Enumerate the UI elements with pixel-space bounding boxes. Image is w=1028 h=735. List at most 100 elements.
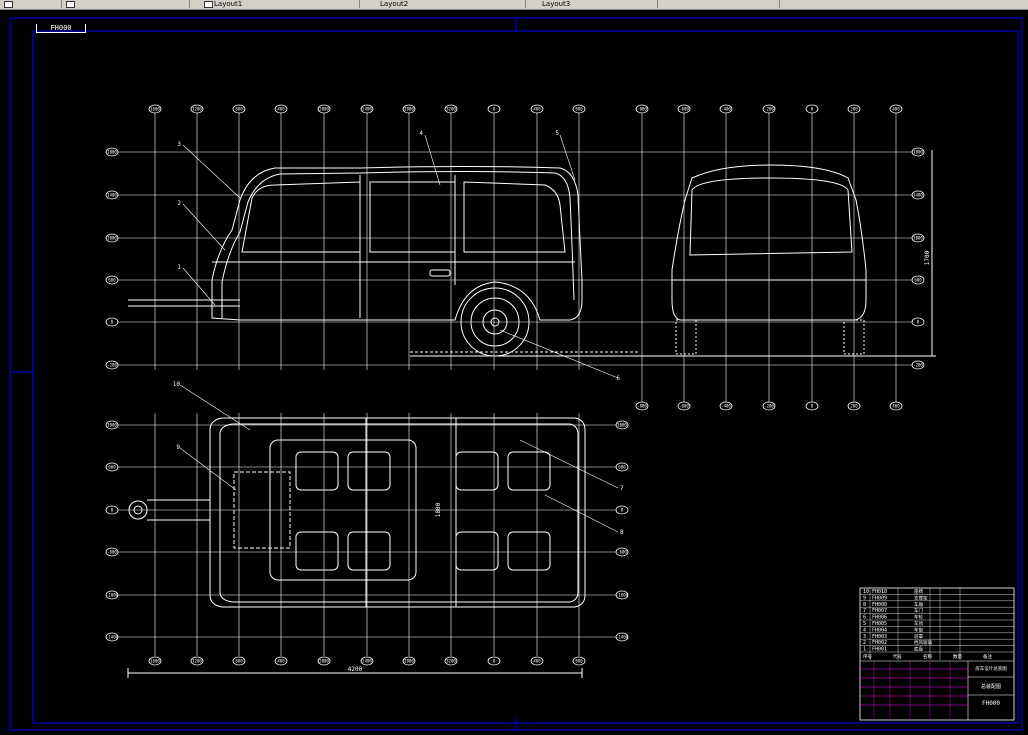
part-code: FH002: [872, 640, 887, 646]
part-number: 8: [863, 602, 866, 608]
bubble-bottom-6: 2800: [402, 656, 416, 666]
seat-front-right: [347, 451, 391, 491]
bubble-left-5: -200: [105, 360, 119, 370]
parts-row: 3 FH003 前罩: [863, 633, 923, 640]
part-number: 1: [863, 647, 866, 653]
leader-5: [559, 134, 576, 181]
bubble-right-0: 1800: [911, 147, 925, 157]
bubble-left-2: 1000: [105, 233, 119, 243]
tab-0[interactable]: [0, 0, 62, 8]
bubble-label: -1000: [106, 593, 119, 598]
bubble-top-7: 3200: [444, 104, 458, 114]
seat-front-left: [295, 451, 339, 491]
bubble-rear-bottom-2: -400: [719, 401, 733, 411]
bubble-top-4: 2000: [317, 104, 331, 114]
tab-layout3[interactable]: Layout3: [528, 0, 658, 8]
overall-length-label: 4200: [348, 666, 363, 673]
bubble-label: 1000: [617, 423, 627, 428]
seat-row4-right: [507, 531, 551, 571]
parts-row: 2 FH002 挡风玻璃: [863, 639, 932, 646]
bubble-label: -400: [721, 107, 731, 112]
parts-row: 9 FH009 支撑架: [863, 594, 928, 601]
bubble-right-4: 0: [911, 317, 925, 327]
bubble-bottom-10: 800: [572, 656, 586, 666]
bubble-label: -600: [107, 550, 117, 555]
bubble-label: 3200: [446, 107, 456, 112]
bubble-left-3: 600: [105, 275, 119, 285]
bubble-label: 400: [533, 659, 541, 664]
side-view: [127, 166, 640, 678]
bubble-label: -600: [679, 107, 689, 112]
bubble-plan-left-0: 1000: [105, 420, 119, 430]
bubble-top-1: 1200: [190, 104, 204, 114]
bubble-plan-left-5: -1400: [105, 632, 119, 642]
bubble-label: 600: [618, 465, 626, 470]
bubble-label: 600: [108, 278, 116, 283]
bubble-label: -200: [107, 363, 117, 368]
bubble-right-2: 1000: [911, 233, 925, 243]
bubble-label: -800: [637, 107, 647, 112]
bubble-label: 1800: [913, 150, 923, 155]
part-name: 车窗: [914, 626, 923, 633]
tab-layout1[interactable]: Layout1: [200, 0, 360, 8]
bubble-bottom-1: 1200: [190, 656, 204, 666]
seat-row2-right: [347, 531, 391, 571]
bubble-label: 400: [892, 107, 900, 112]
part-code: FH001: [872, 647, 887, 653]
bubble-bottom-3: 400: [274, 656, 288, 666]
bubble-plan-right-1: 600: [615, 462, 629, 472]
bubble-label: 3200: [446, 659, 456, 664]
tab-1[interactable]: [62, 0, 190, 8]
leader-2: [182, 203, 226, 251]
part-name: 挡风玻璃: [914, 639, 932, 646]
parts-row: 8 FH008 车厢: [863, 601, 923, 608]
tab-5[interactable]: [660, 0, 780, 8]
part-code: FH009: [872, 595, 887, 601]
parts-row: 7 FH007 车门: [863, 607, 923, 614]
parts-row: 1 FH001 底盘: [863, 646, 923, 653]
bubble-bottom-9: 400: [530, 656, 544, 666]
part-code: FH003: [872, 634, 887, 640]
plan-view: [128, 417, 586, 608]
bubble-plan-right-3: -600: [615, 547, 629, 557]
bubble-rear-bottom-4: 0: [805, 401, 819, 411]
tab-layout2[interactable]: Layout2: [366, 0, 526, 8]
callout-label-side: 3: [177, 141, 181, 148]
bubble-rear-bottom-6: 400: [889, 401, 903, 411]
bubble-rear-top-5: 200: [847, 104, 861, 114]
bubble-label: 800: [575, 659, 583, 664]
bubble-label: 800: [235, 107, 243, 112]
van-body-outline: [211, 166, 583, 321]
bubble-top-10: 800: [572, 104, 586, 114]
bubble-label: -200: [764, 107, 774, 112]
bubble-label: -400: [721, 404, 731, 409]
callout-label-side: 1: [177, 264, 181, 271]
part-number: 5: [863, 621, 866, 627]
bubble-rear-bottom-0: -800: [635, 401, 649, 411]
bubble-rear-bottom-1: -600: [677, 401, 691, 411]
layout-icon: [4, 1, 13, 8]
bubble-plan-left-3: -600: [105, 547, 119, 557]
leader-10: [179, 384, 251, 431]
bubble-plan-right-2: 0: [615, 505, 629, 515]
leader-1: [182, 267, 216, 306]
rear-height-label: 1700: [924, 250, 931, 265]
part-name: 支撑架: [914, 594, 928, 601]
front-window: [241, 181, 361, 253]
part-name: 车顶: [914, 620, 923, 627]
part-number: 9: [863, 595, 866, 601]
bubble-right-1: 1400: [911, 190, 925, 200]
bubble-left-4: 0: [105, 317, 119, 327]
part-name: 前罩: [914, 633, 923, 640]
bubble-label: -600: [679, 404, 689, 409]
part-number: 3: [863, 634, 866, 640]
cad-drawing-canvas[interactable]: 1600 1200 800 400 2000 2400 2800 3200 0 400 800160…: [0, 9, 1028, 735]
bubble-rear-bottom-5: 200: [847, 401, 861, 411]
plan-width-label: 1800: [435, 502, 442, 517]
leader-6: [499, 329, 619, 379]
bubble-label: 1600: [150, 659, 160, 664]
parts-header-cell: 数量: [953, 653, 962, 660]
bubble-label: 1800: [107, 150, 117, 155]
bubble-label: 400: [277, 107, 285, 112]
plan-body-inner: [219, 423, 579, 603]
